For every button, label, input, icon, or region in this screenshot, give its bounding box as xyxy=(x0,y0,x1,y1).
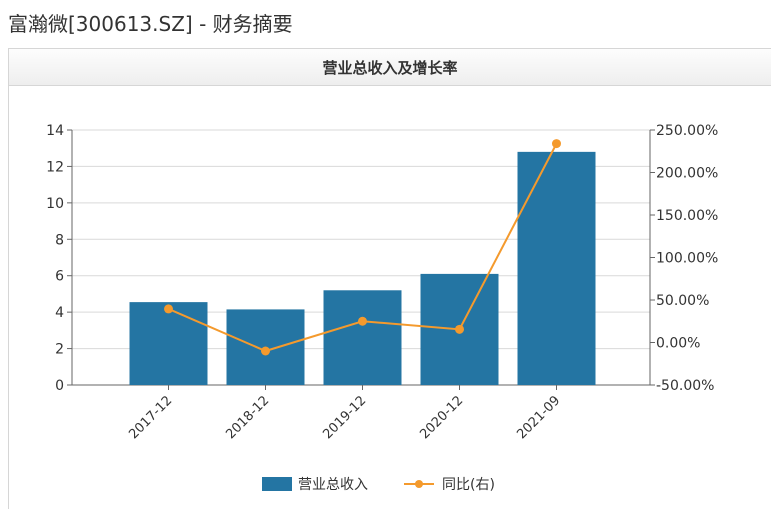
point-growth xyxy=(261,346,270,356)
legend-swatch-revenue xyxy=(262,477,292,491)
left-tick-label: 0 xyxy=(55,378,64,394)
left-tick-label: 2 xyxy=(55,342,64,358)
point-growth xyxy=(358,316,367,326)
point-growth xyxy=(455,324,464,334)
bar-revenue xyxy=(129,302,208,385)
left-tick-label: 10 xyxy=(46,196,64,212)
point-growth xyxy=(552,139,561,149)
right-tick-label: -50.00% xyxy=(656,378,714,394)
bar-revenue xyxy=(517,151,596,385)
right-tick-label: 200.00% xyxy=(656,166,718,182)
legend-label-revenue: 营业总收入 xyxy=(298,477,368,493)
left-tick-label: 14 xyxy=(46,123,64,139)
revenue-growth-chart: 0 2 4 6 8 10 12 14 -50.00% 0.00% 50.00% 100.00% 150.… xyxy=(46,123,718,493)
legend-label-growth: 同比(右) xyxy=(442,477,495,493)
point-growth xyxy=(164,304,173,314)
x-tick-label: 2020-12 xyxy=(417,393,466,442)
x-tick-label: 2017-12 xyxy=(126,393,175,442)
left-tick-label: 8 xyxy=(55,232,64,248)
right-tick-label: 0.00% xyxy=(656,336,700,352)
right-tick-label: 50.00% xyxy=(656,293,709,309)
right-tick-label: 150.00% xyxy=(656,208,718,224)
right-tick-label: 250.00% xyxy=(656,123,718,139)
x-tick-label: 2019-12 xyxy=(320,393,369,442)
x-tick-label: 2018-12 xyxy=(223,393,272,442)
left-tick-label: 4 xyxy=(55,305,64,321)
right-tick-label: 100.00% xyxy=(656,251,718,267)
x-tick-label: 2021-09 xyxy=(514,393,563,442)
left-tick-label: 12 xyxy=(46,159,64,175)
left-tick-label: 6 xyxy=(55,269,64,285)
bar-revenue xyxy=(323,290,402,385)
legend-swatch-growth-dot xyxy=(415,480,423,488)
